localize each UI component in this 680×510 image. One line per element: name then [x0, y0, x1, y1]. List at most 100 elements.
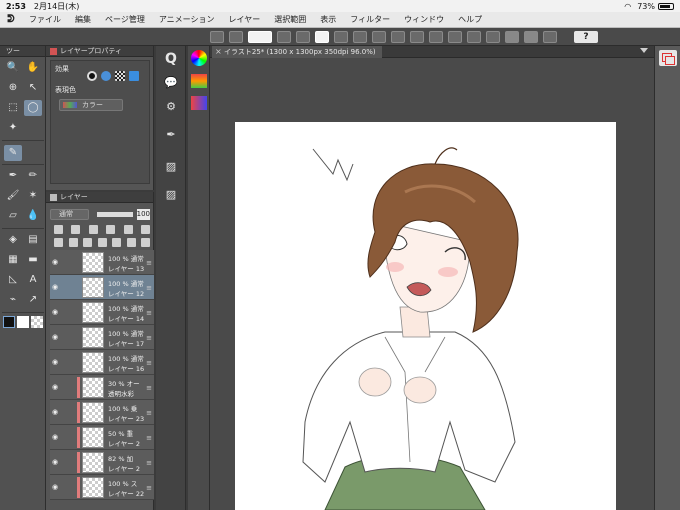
display-color-select[interactable]: カラー [59, 99, 123, 111]
layer-grip-icon[interactable]: ≡ [146, 334, 152, 342]
layer-row[interactable]: ◉ 82 % 加レイヤー 2 ≡ [50, 450, 154, 475]
menu-layer[interactable]: レイヤー [222, 14, 268, 25]
menu-file[interactable]: ファイル [22, 14, 68, 25]
menu-window[interactable]: ウィンドウ [397, 14, 451, 25]
open-folder-icon[interactable] [296, 30, 310, 43]
layer-row[interactable]: ◉ 100 % 乗レイヤー 23 ≡ [50, 400, 154, 425]
layer-grip-icon[interactable]: ≡ [146, 309, 152, 317]
fill-bucket-icon[interactable]: ◈ [4, 232, 22, 248]
effect-border-icon[interactable] [87, 71, 97, 81]
eye-icon[interactable]: ◉ [52, 408, 58, 416]
pen-tool-icon[interactable]: ✒ [162, 126, 180, 144]
crop-icon[interactable] [429, 30, 443, 43]
airbrush-icon[interactable]: ✶ [24, 188, 42, 204]
hand-icon[interactable]: ✋ [24, 60, 42, 76]
fill-icon[interactable] [410, 30, 424, 43]
canvas-tab[interactable]: イラスト25* (1300 x 1300px 350dpi 96.0%) [212, 46, 382, 58]
new-file-icon[interactable] [277, 30, 291, 43]
opacity-slider[interactable] [96, 211, 133, 217]
lock-icon[interactable] [88, 225, 98, 234]
reference-icon[interactable] [71, 225, 81, 234]
balloon-tool-icon[interactable]: 💬 [162, 74, 180, 92]
mask-icon[interactable] [123, 225, 133, 234]
move-layer-icon[interactable]: ↖ [24, 80, 42, 96]
color-history-icon[interactable] [191, 96, 207, 110]
add-mask-icon[interactable] [126, 238, 136, 247]
menu-selection[interactable]: 選択範囲 [267, 14, 313, 25]
layer-grip-icon[interactable]: ≡ [146, 459, 152, 467]
eraser-icon[interactable]: ▱ [4, 208, 22, 224]
ruler-link-icon[interactable] [140, 225, 150, 234]
new-icon[interactable] [229, 30, 243, 43]
grid-icon[interactable] [210, 30, 224, 43]
grid-toggle-icon[interactable] [467, 30, 481, 43]
layer-row[interactable]: ◉ 100 % 通常 レイヤー 13 ≡ [50, 250, 154, 275]
layer-grip-icon[interactable]: ≡ [146, 359, 152, 367]
auto-select-icon[interactable]: ✦ [4, 120, 22, 136]
pen-pressure-icon[interactable] [543, 30, 557, 43]
perspective-icon[interactable] [505, 30, 519, 43]
new-folder-icon[interactable] [83, 238, 92, 247]
brush-icon[interactable]: 🖌 [4, 188, 22, 204]
balloon-icon[interactable]: ⌁ [4, 292, 22, 308]
pen-icon[interactable]: ✒ [4, 168, 22, 184]
merge-icon[interactable] [112, 238, 121, 247]
layer-grip-icon[interactable]: ≡ [146, 409, 152, 417]
menu-filter[interactable]: フィルター [343, 14, 397, 25]
color-wheel-icon[interactable] [191, 50, 207, 66]
transform-icon[interactable] [391, 30, 405, 43]
layer-row[interactable]: ◉ 100 % 通常 レイヤー 12 ≡ [50, 275, 154, 300]
image-tool-icon[interactable]: ▨ [162, 158, 180, 176]
layer-grip-icon[interactable]: ≡ [146, 384, 152, 392]
layer-grip-icon[interactable]: ≡ [146, 284, 152, 292]
menu-edit[interactable]: 編集 [68, 14, 98, 25]
menu-help[interactable]: ヘルプ [451, 14, 489, 25]
menu-view[interactable]: 表示 [313, 14, 343, 25]
mirror-icon[interactable] [524, 30, 538, 43]
layer-row[interactable]: ◉ 100 % 通常 レイヤー 14 ≡ [50, 300, 154, 325]
lasso-icon[interactable]: ◯ [24, 100, 42, 116]
lock-alpha-icon[interactable] [106, 225, 116, 234]
new-vector-icon[interactable] [68, 238, 78, 247]
delete-layer-icon[interactable] [141, 238, 150, 247]
undo-icon[interactable] [334, 30, 348, 43]
eye-icon[interactable]: ◉ [52, 258, 58, 266]
transfer-down-icon[interactable] [97, 238, 107, 247]
menu-animation[interactable]: アニメーション [152, 14, 222, 25]
effect-screentone-icon[interactable] [115, 71, 125, 81]
gradient-icon[interactable]: ▤ [24, 232, 42, 248]
eye-icon[interactable]: ◉ [52, 458, 58, 466]
zoom-icon[interactable]: 🔍 [4, 60, 22, 76]
blend-icon[interactable]: 💧 [24, 208, 42, 224]
figure-icon[interactable]: ▦ [4, 252, 22, 268]
correction-icon[interactable]: ↗ [24, 292, 42, 308]
layer-window-button[interactable] [659, 50, 677, 66]
canvas-paper[interactable] [235, 122, 616, 510]
layer-row[interactable]: ◉ 100 % 通常 レイヤー 17 ≡ [50, 325, 154, 350]
opacity-value[interactable]: 100 [136, 208, 150, 220]
layer-grip-icon[interactable]: ≡ [146, 259, 152, 267]
text-icon[interactable]: A [24, 272, 42, 288]
eye-icon[interactable]: ◉ [52, 383, 58, 391]
eye-icon[interactable]: ◉ [52, 333, 58, 341]
image-tool-2-icon[interactable]: ▨ [162, 186, 180, 204]
selection-icon[interactable]: ⬚ [4, 100, 22, 116]
eye-icon[interactable]: ◉ [52, 433, 58, 441]
eye-icon[interactable]: ◉ [52, 308, 58, 316]
sub-color-swatch[interactable] [17, 316, 29, 328]
ruler-icon[interactable] [448, 30, 462, 43]
eyedropper-icon[interactable]: ✎ [4, 145, 22, 161]
layer-grip-icon[interactable]: ≡ [146, 434, 152, 442]
effect-tone-icon[interactable] [101, 71, 111, 81]
new-raster-icon[interactable] [54, 238, 63, 247]
menu-page[interactable]: ページ管理 [98, 14, 152, 25]
tab-menu-chevron-icon[interactable] [640, 48, 648, 53]
transparent-color-swatch[interactable] [31, 316, 43, 328]
help-button[interactable]: ? [574, 30, 598, 43]
clip-icon[interactable] [54, 225, 63, 234]
page-icon[interactable] [315, 30, 329, 43]
eye-icon[interactable]: ◉ [52, 483, 58, 491]
layer-row[interactable]: ◉ 30 % オー 透明水彩 ≡ [50, 375, 154, 400]
spiral-icon[interactable] [248, 30, 272, 43]
snap-icon[interactable] [486, 30, 500, 43]
